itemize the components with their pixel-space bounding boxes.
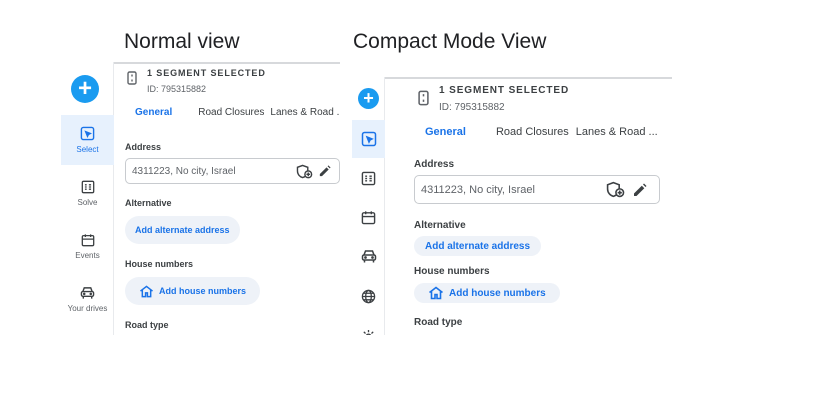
nav-label-solve: Solve xyxy=(77,197,98,207)
tab-bar: General Road Closures Lanes & Road ... xyxy=(425,126,672,138)
pencil-icon[interactable] xyxy=(319,165,331,177)
edit-panel: 1 SEGMENT SELECTED ID: 795315882 General… xyxy=(402,77,672,335)
alternative-label: Alternative xyxy=(125,198,172,208)
select-icon xyxy=(80,126,95,141)
alternative-label: Alternative xyxy=(414,220,466,231)
tab-road-closures[interactable]: Road Closures xyxy=(496,126,569,138)
add-house-numbers-label: Add house numbers xyxy=(159,286,247,296)
nav-item-events[interactable]: Events xyxy=(61,221,114,271)
compact-view-title: Compact Mode View xyxy=(353,30,547,53)
sidebar: + xyxy=(352,77,385,335)
select-icon xyxy=(361,131,376,147)
nav-item-select[interactable]: Select xyxy=(61,115,114,165)
plus-icon: + xyxy=(363,88,374,108)
road-type-label: Road type xyxy=(414,317,463,328)
tab-road-closures[interactable]: Road Closures xyxy=(198,107,264,118)
add-button[interactable]: + xyxy=(358,88,379,109)
address-field[interactable]: 4311223, No city, Israel xyxy=(125,158,340,184)
add-house-numbers-button[interactable]: Add house numbers xyxy=(414,283,560,303)
normal-view-title: Normal view xyxy=(124,30,240,53)
normal-view-panel: + Select Solve Events Your drives 1 SEGM… xyxy=(61,62,340,335)
segment-id: ID: 795315882 xyxy=(439,102,505,113)
house-numbers-label: House numbers xyxy=(414,266,490,277)
nav-item-select[interactable] xyxy=(352,120,385,158)
add-alternate-address-button[interactable]: Add alternate address xyxy=(414,236,542,256)
globe-icon xyxy=(361,289,376,303)
solve-icon xyxy=(81,180,94,193)
nav-item-solve[interactable]: Solve xyxy=(61,168,114,218)
nav-item-globe[interactable] xyxy=(352,277,385,315)
car-icon xyxy=(361,249,376,262)
edit-panel: 1 SEGMENT SELECTED ID: 795315882 General… xyxy=(114,62,340,335)
segment-icon xyxy=(418,90,429,106)
add-house-numbers-label: Add house numbers xyxy=(449,287,546,299)
add-alternate-address-label: Add alternate address xyxy=(135,225,230,235)
add-alternate-address-button[interactable]: Add alternate address xyxy=(125,216,240,244)
car-icon xyxy=(80,286,95,299)
pencil-icon[interactable] xyxy=(633,183,647,197)
add-alternate-address-label: Add alternate address xyxy=(425,240,531,252)
tab-general[interactable]: General xyxy=(135,107,172,118)
house-icon xyxy=(140,284,153,297)
nav-label-select: Select xyxy=(76,145,99,154)
nav-item-more[interactable] xyxy=(352,317,385,335)
settings-icon xyxy=(363,329,374,335)
segment-title: 1 SEGMENT SELECTED xyxy=(147,68,266,78)
house-numbers-label: House numbers xyxy=(125,259,194,269)
address-label: Address xyxy=(414,159,455,170)
compact-view-panel: + 1 SEGMENT SELECTED ID: 795315882 Gener… xyxy=(352,77,672,335)
nav-label-events: Events xyxy=(75,250,100,260)
shield-add-icon[interactable] xyxy=(296,164,313,179)
tab-general[interactable]: General xyxy=(425,126,466,138)
tab-lanes-road[interactable]: Lanes & Road . xyxy=(270,107,339,118)
address-label: Address xyxy=(125,142,162,152)
shield-add-icon[interactable] xyxy=(606,181,625,198)
tab-lanes-road[interactable]: Lanes & Road ... xyxy=(576,126,658,138)
address-field[interactable]: 4311223, No city, Israel xyxy=(414,175,660,204)
nav-item-your-drives[interactable] xyxy=(352,237,385,275)
segment-icon xyxy=(127,71,137,85)
nav-item-solve[interactable] xyxy=(352,159,385,197)
add-house-numbers-button[interactable]: Add house numbers xyxy=(125,277,261,305)
house-icon xyxy=(429,286,443,300)
nav-item-events[interactable] xyxy=(352,198,385,236)
nav-item-your-drives[interactable]: Your drives xyxy=(61,274,114,324)
segment-title: 1 SEGMENT SELECTED xyxy=(439,85,570,96)
add-button[interactable]: + xyxy=(71,75,99,103)
address-value: 4311223, No city, Israel xyxy=(421,183,535,196)
nav-label-your-drives: Your drives xyxy=(67,303,108,313)
address-value: 4311223, No city, Israel xyxy=(132,165,236,177)
events-icon xyxy=(361,210,376,224)
segment-id: ID: 795315882 xyxy=(147,84,207,94)
solve-icon xyxy=(361,171,376,185)
events-icon xyxy=(81,233,94,246)
plus-icon: + xyxy=(77,75,92,102)
tab-bar: General Road Closures Lanes & Road . xyxy=(135,107,340,118)
sidebar: + Select Solve Events Your drives xyxy=(61,62,114,335)
road-type-label: Road type xyxy=(125,320,169,330)
